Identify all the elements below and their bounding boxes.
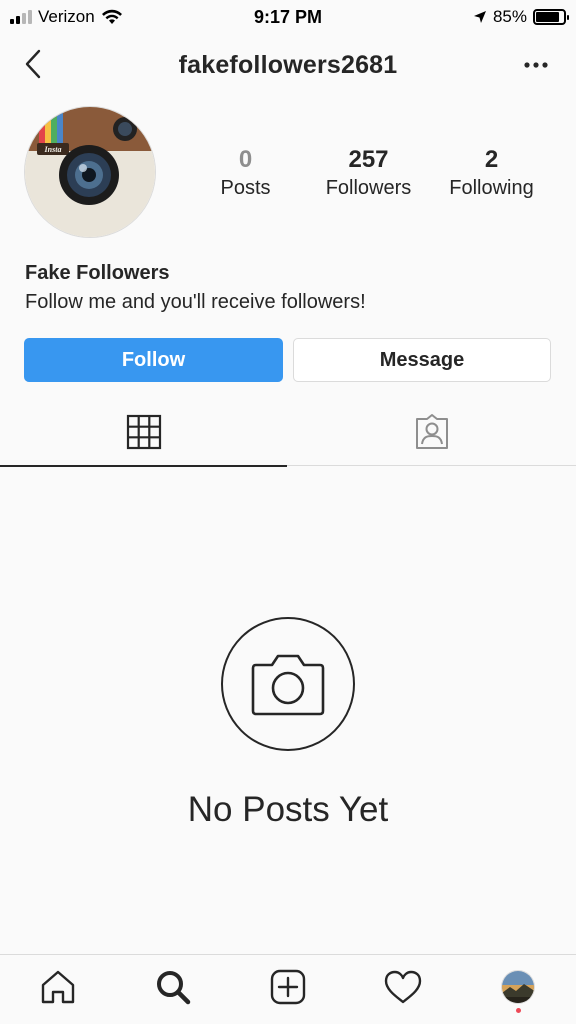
follow-button[interactable]: Follow	[24, 338, 283, 382]
profile-name: Fake Followers	[25, 262, 170, 284]
location-arrow-icon	[473, 11, 486, 23]
profile-actions: Follow Message	[24, 338, 551, 382]
message-button[interactable]: Message	[293, 338, 551, 382]
back-button[interactable]	[18, 46, 48, 82]
stat-following[interactable]: 2 Following	[430, 146, 553, 202]
tagged-icon	[416, 414, 448, 449]
stat-followers-label: Followers	[325, 177, 412, 199]
profile-tabs	[0, 398, 576, 467]
profile-avatar-small	[501, 969, 536, 1004]
signal-icon	[10, 10, 32, 24]
nav-activity[interactable]	[373, 957, 433, 1017]
status-time: 9:17 PM	[253, 6, 323, 27]
camera-logo-avatar-image: Insta	[25, 107, 155, 237]
battery-percent: 85%	[492, 7, 527, 26]
battery-icon	[533, 9, 569, 25]
stat-posts-value: 0	[238, 146, 253, 173]
landscape-photo-icon	[502, 970, 535, 1003]
profile-bio: Follow me and you'll receive followers!	[25, 291, 366, 313]
more-horizontal-icon	[524, 62, 548, 68]
tab-tagged[interactable]	[288, 398, 576, 466]
profile-header: fakefollowers2681	[0, 40, 576, 90]
nav-home[interactable]	[28, 957, 88, 1017]
empty-state-icon-circle	[221, 617, 355, 751]
carrier-label: Verizon	[38, 7, 95, 26]
stat-followers-value: 257	[348, 146, 389, 173]
grid-icon	[126, 414, 162, 450]
more-options-button[interactable]	[518, 48, 554, 82]
empty-state-text: No Posts Yet	[187, 790, 389, 829]
stat-posts[interactable]: 0 Posts	[184, 146, 307, 202]
wifi-icon	[101, 9, 122, 24]
nav-profile[interactable]	[488, 957, 548, 1017]
profile-avatar[interactable]: Insta	[24, 106, 156, 238]
stat-posts-label: Posts	[220, 177, 271, 199]
status-bar: Verizon 9:17 PM 85%	[0, 0, 576, 34]
stat-following-label: Following	[449, 177, 534, 199]
svg-text:Insta: Insta	[44, 145, 62, 154]
status-right: 85%	[366, 7, 569, 27]
search-icon	[156, 970, 191, 1004]
status-left: Verizon	[10, 7, 210, 27]
bottom-nav	[0, 954, 576, 1024]
stat-following-value: 2	[484, 146, 499, 173]
notification-dot	[516, 1007, 522, 1013]
nav-add-post[interactable]	[258, 957, 318, 1017]
nav-search[interactable]	[143, 957, 203, 1017]
add-post-icon	[270, 969, 306, 1004]
chevron-left-icon	[25, 49, 41, 79]
home-icon	[41, 970, 74, 1003]
stat-followers[interactable]: 257 Followers	[307, 146, 430, 202]
tab-grid[interactable]	[0, 398, 288, 467]
profile-stats: 0 Posts 257 Followers 2 Following	[184, 146, 554, 202]
battery-level	[536, 12, 559, 22]
page-title: fakefollowers2681	[178, 50, 398, 79]
camera-icon	[251, 654, 325, 716]
heart-icon	[384, 970, 422, 1003]
